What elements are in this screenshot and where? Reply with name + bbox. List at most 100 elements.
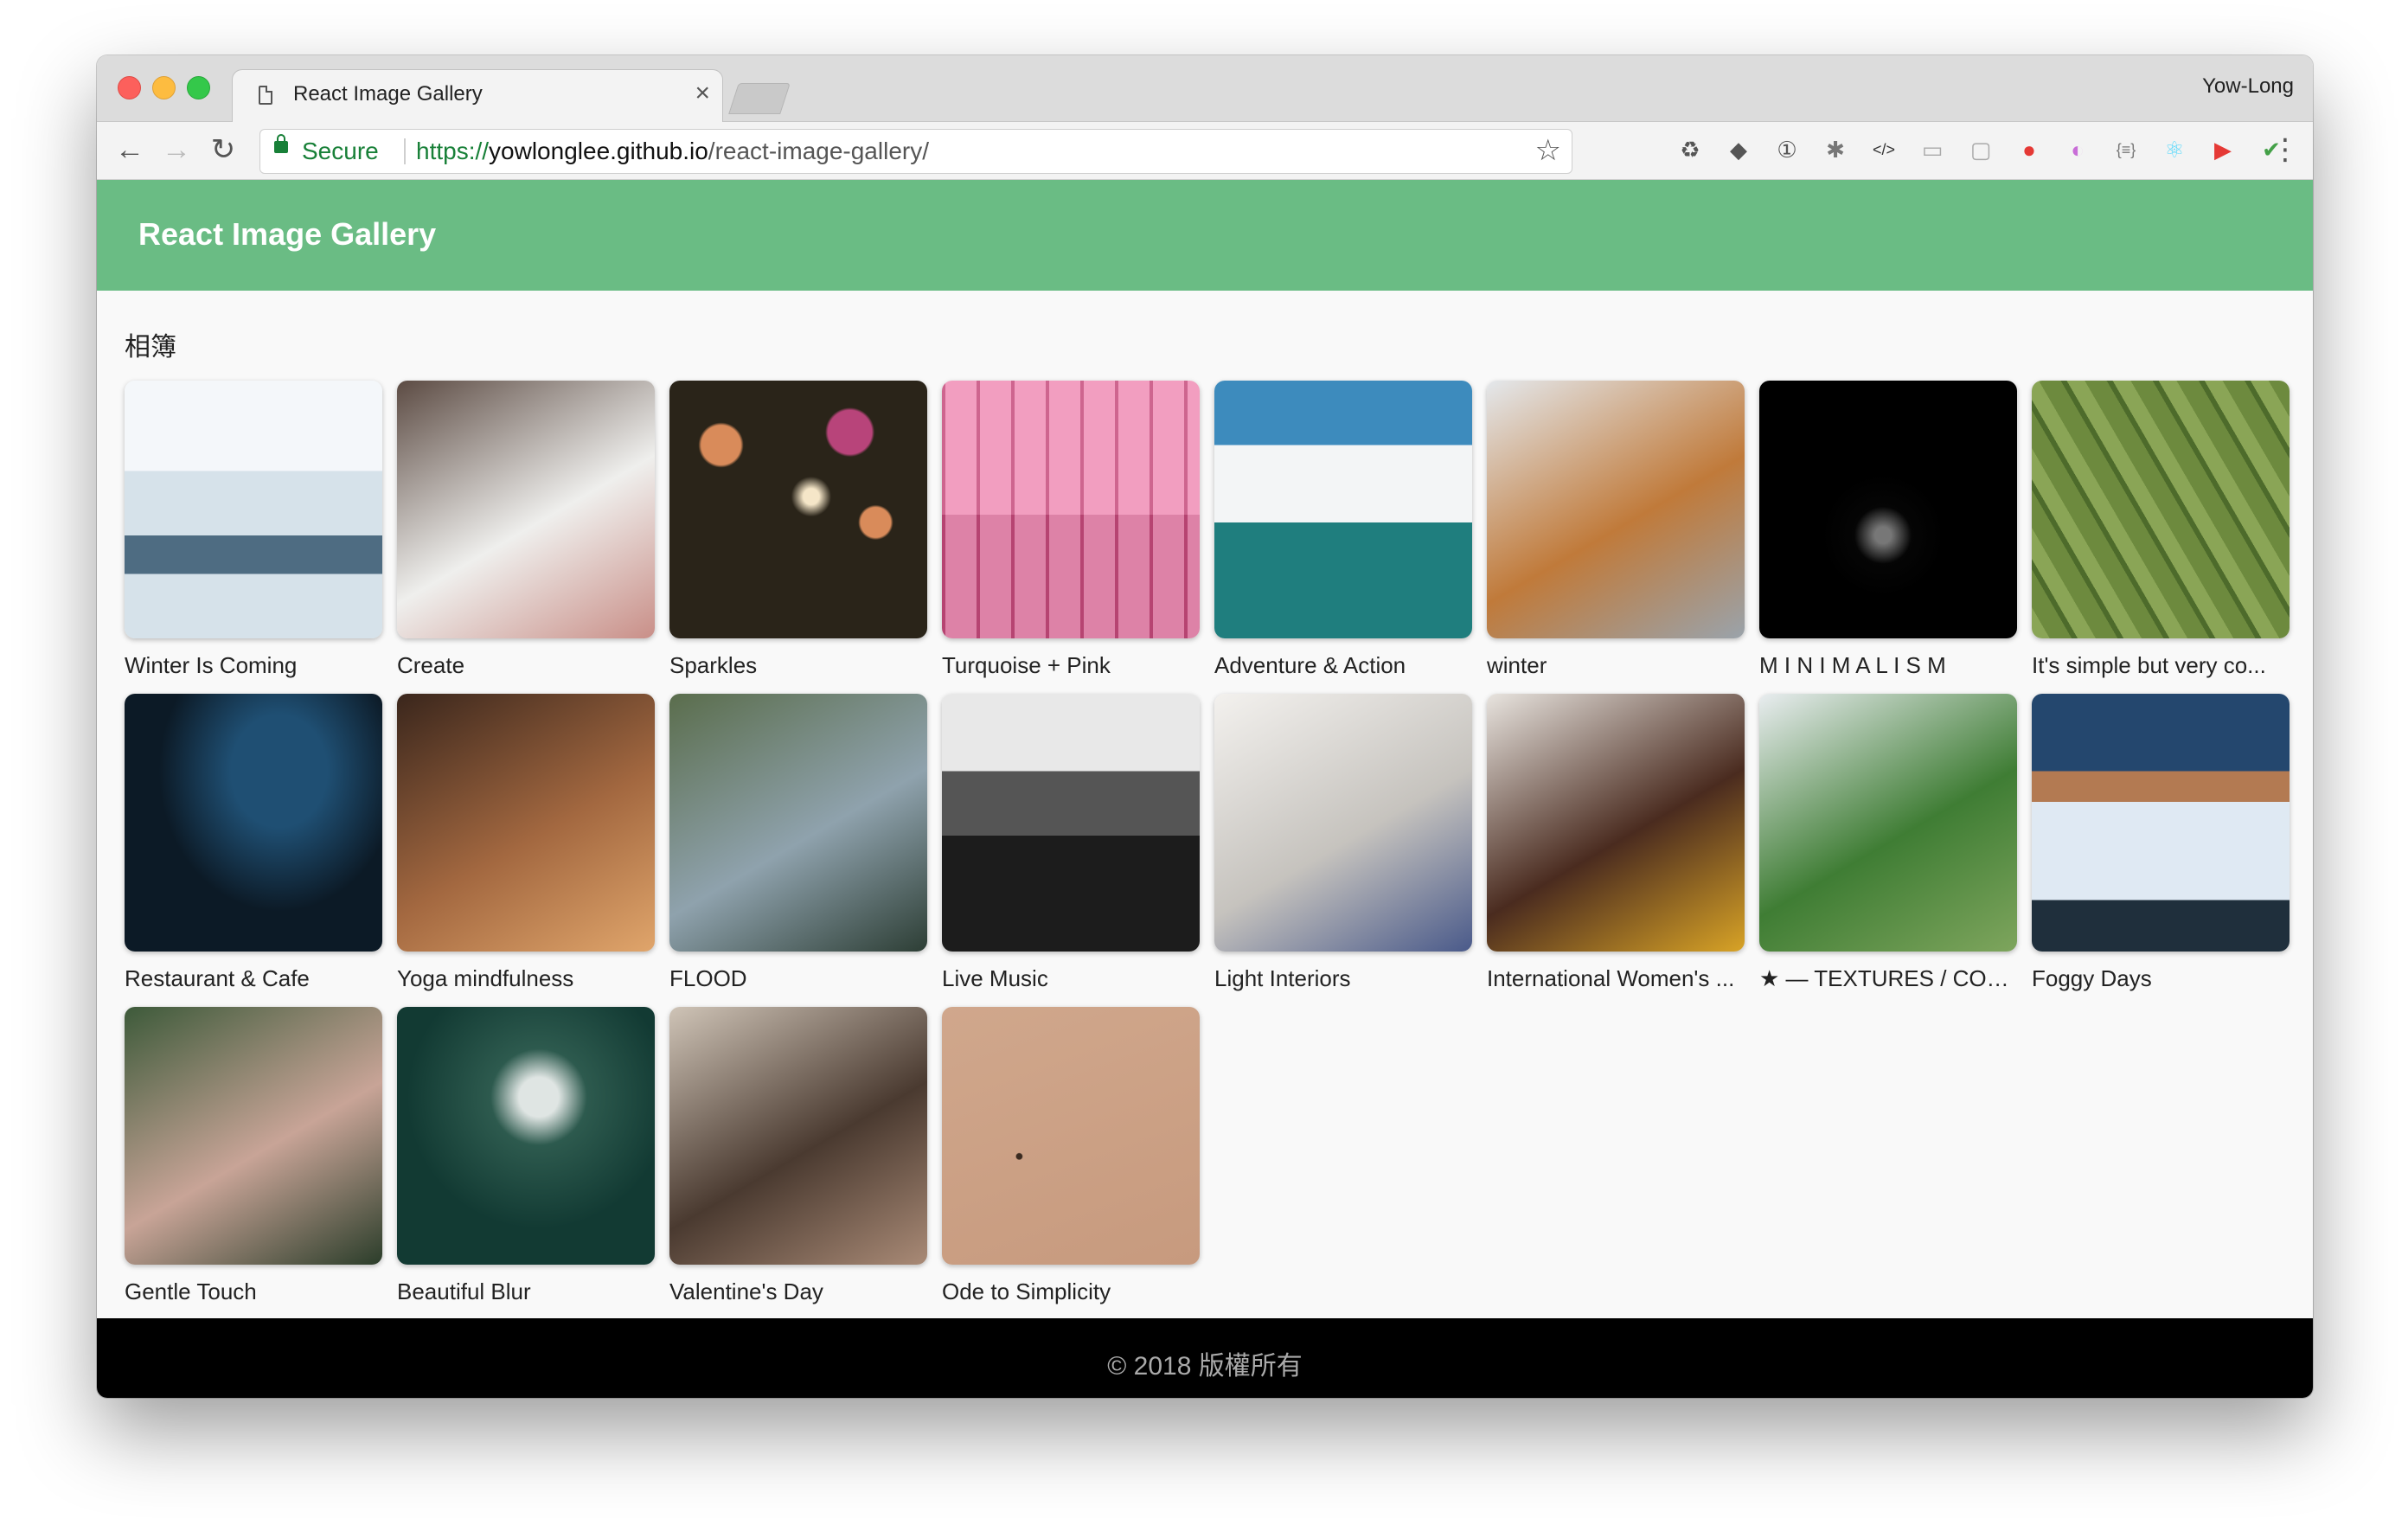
gallery-photo-couple-kiss[interactable] xyxy=(669,1007,927,1265)
browser-window: React Image Gallery × Yow-Long ← → ↻ Sec… xyxy=(97,55,2313,1398)
tab-title: React Image Gallery xyxy=(293,82,483,106)
gallery-caption: Sparkles xyxy=(669,652,758,678)
gallery-card[interactable]: Live Music xyxy=(942,694,1200,1007)
gallery-caption: FLOOD xyxy=(669,965,747,991)
gallery-card[interactable]: Ode to Simplicity xyxy=(942,1007,1200,1320)
url-path: /react-image-gallery/ xyxy=(708,138,929,164)
gallery-photo-white-room[interactable] xyxy=(1214,694,1472,952)
window-icon[interactable]: ▢ xyxy=(1967,136,1995,163)
new-tab-button[interactable] xyxy=(728,83,791,114)
tab-strip: React Image Gallery × Yow-Long xyxy=(97,55,2313,124)
minimize-window-button[interactable] xyxy=(152,76,176,99)
close-window-button[interactable] xyxy=(118,76,141,99)
gallery-photo-bw-concert[interactable] xyxy=(942,694,1200,952)
app-header: React Image Gallery xyxy=(97,180,2313,291)
youtube-icon[interactable]: ▶ xyxy=(2209,136,2237,163)
code-icon[interactable]: </> xyxy=(1870,136,1898,163)
gallery-card[interactable]: Gentle Touch xyxy=(125,1007,382,1320)
gallery-card[interactable]: Light Interiors xyxy=(1214,694,1472,1007)
gallery-photo-snowy-sea-ice[interactable] xyxy=(125,381,382,638)
gallery-card[interactable]: Foggy Days xyxy=(2032,694,2290,1007)
gallery-card[interactable]: ★ — TEXTURES / COL... xyxy=(1759,694,2017,1007)
gallery-card[interactable]: winter xyxy=(1487,381,1745,694)
gallery-photo-sand-minimal[interactable] xyxy=(942,1007,1200,1265)
album-heading: 相簿 xyxy=(125,333,176,362)
gallery-caption: Live Music xyxy=(942,965,1048,991)
reload-icon[interactable]: ↻ xyxy=(206,132,240,167)
gallery-photo-drawing-hand[interactable] xyxy=(397,381,655,638)
url-text[interactable]: https://yowlonglee.github.io/react-image… xyxy=(416,138,929,165)
gallery-caption: Ode to Simplicity xyxy=(942,1278,1111,1304)
gradient-icon[interactable]: ◐ xyxy=(2064,136,2091,163)
gallery-card[interactable]: FLOOD xyxy=(669,694,927,1007)
gallery-caption: Yoga mindfulness xyxy=(397,965,574,991)
pocket-icon[interactable]: ◆ xyxy=(1725,136,1752,163)
menu-icon[interactable]: ⋮ xyxy=(2268,132,2302,167)
gallery-card[interactable]: Winter Is Coming xyxy=(125,381,382,694)
gallery-photo-black-minimal[interactable] xyxy=(1759,381,2017,638)
gallery-caption: It's simple but very co... xyxy=(2032,652,2266,678)
gallery-photo-foggy-mountain[interactable] xyxy=(2032,694,2290,952)
profile-name[interactable]: Yow-Long xyxy=(2202,74,2294,99)
gallery-card[interactable]: Create xyxy=(397,381,655,694)
page-content: React Image Gallery 相簿 Winter Is Coming C… xyxy=(97,180,2313,1398)
keyboard-icon[interactable]: ▭ xyxy=(1918,136,1946,163)
gallery-grid: Winter Is Coming Create Sparkles Turquoise … xyxy=(125,381,2290,1320)
gallery-caption: M I N I M A L I S M xyxy=(1759,652,1946,678)
gallery-caption: Gentle Touch xyxy=(125,1278,257,1304)
tab-close-icon[interactable]: × xyxy=(695,79,710,108)
gallery-photo-dandelion[interactable] xyxy=(397,1007,655,1265)
gallery-photo-snow-moss[interactable] xyxy=(1759,694,2017,952)
json-icon[interactable]: {≡} xyxy=(2112,136,2140,163)
gallery-card[interactable]: It's simple but very co... xyxy=(2032,381,2290,694)
gallery-card[interactable]: Adventure & Action xyxy=(1214,381,1472,694)
gallery-card[interactable]: Sparkles xyxy=(669,381,927,694)
gallery-card[interactable]: Restaurant & Cafe xyxy=(125,694,382,1007)
url-host: yowlonglee.github.io xyxy=(489,138,708,164)
gallery-photo-surf-wave[interactable] xyxy=(1214,381,1472,638)
gallery-card[interactable]: Beautiful Blur xyxy=(397,1007,655,1320)
gallery-photo-butterfly-hands[interactable] xyxy=(125,1007,382,1265)
gallery-photo-waterfall[interactable] xyxy=(669,694,927,952)
copyright-text: © 2018 版權所有 xyxy=(1107,1352,1303,1381)
gallery-caption: International Women's ... xyxy=(1487,965,1735,991)
gallery-card[interactable]: M I N I M A L I S M xyxy=(1759,381,2017,694)
lastpass-icon[interactable]: ● xyxy=(2015,136,2043,163)
react-devtools-icon[interactable]: ⚛ xyxy=(2161,136,2188,163)
bookmark-star-icon[interactable]: ☆ xyxy=(1535,133,1561,168)
back-icon[interactable]: ← xyxy=(112,132,147,167)
gallery-caption: Turquoise + Pink xyxy=(942,652,1111,678)
gallery-caption: ★ — TEXTURES / COL... xyxy=(1759,965,2017,991)
recycle-icon[interactable]: ♻ xyxy=(1676,136,1704,163)
gallery-photo-sparkler-bokeh[interactable] xyxy=(669,381,927,638)
gallery-caption: Winter Is Coming xyxy=(125,652,298,678)
gallery-card[interactable]: Valentine's Day xyxy=(669,1007,927,1320)
gallery-photo-warm-window[interactable] xyxy=(397,694,655,952)
gallery-caption: Light Interiors xyxy=(1214,965,1351,991)
gallery-photo-portrait-headwrap[interactable] xyxy=(1487,694,1745,952)
page-icon[interactable]: ▯ xyxy=(2306,136,2313,163)
forward-icon[interactable]: → xyxy=(159,132,194,167)
gallery-photo-green-field[interactable] xyxy=(2032,381,2290,638)
gallery-card[interactable]: International Women's ... xyxy=(1487,694,1745,1007)
app-title[interactable]: React Image Gallery xyxy=(138,216,436,253)
onepassword-icon[interactable]: ① xyxy=(1773,136,1801,163)
address-bar[interactable]: Secure https://yowlonglee.github.io/reac… xyxy=(259,129,1572,174)
gallery-caption: Adventure & Action xyxy=(1214,652,1406,678)
browser-toolbar: ← → ↻ Secure https://yowlonglee.github.i… xyxy=(97,122,2313,180)
gallery-caption: winter xyxy=(1487,652,1547,678)
page-icon xyxy=(259,86,272,105)
gallery-photo-neon-sign[interactable] xyxy=(125,694,382,952)
gallery-caption: Create xyxy=(397,652,465,678)
gallery-card[interactable]: Turquoise + Pink xyxy=(942,381,1200,694)
gallery-card[interactable]: Yoga mindfulness xyxy=(397,694,655,1007)
gallery-photo-pink-panels[interactable] xyxy=(942,381,1200,638)
gallery-photo-snowy-logs[interactable] xyxy=(1487,381,1745,638)
bug-icon[interactable]: ✱ xyxy=(1822,136,1849,163)
gallery-caption: Beautiful Blur xyxy=(397,1278,531,1304)
zoom-window-button[interactable] xyxy=(187,76,210,99)
gallery-caption: Foggy Days xyxy=(2032,965,2152,991)
tab-react-image-gallery[interactable]: React Image Gallery × xyxy=(232,69,723,124)
lock-icon xyxy=(274,134,288,153)
gallery-caption: Restaurant & Cafe xyxy=(125,965,310,991)
